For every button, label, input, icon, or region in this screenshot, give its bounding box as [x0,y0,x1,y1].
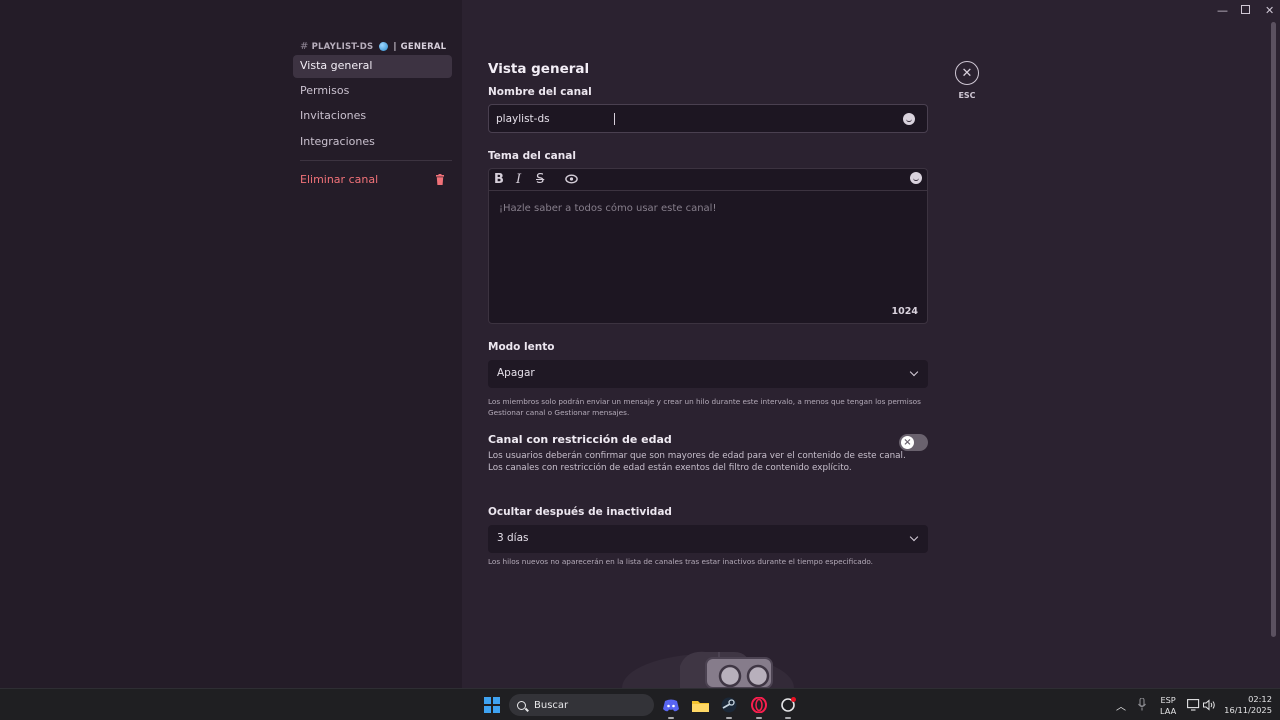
close-settings-button[interactable]: ✕ [955,61,979,85]
clock-date: 16/11/2025 [1224,705,1272,715]
window-close-icon[interactable]: ✕ [1265,4,1274,17]
slowmode-value: Apagar [497,367,535,379]
sidebar-item-invitaciones[interactable]: Invitaciones [293,105,452,128]
sidebar-item-label: Vista general [300,59,373,72]
age-restriction-description: Los usuarios deberán confirmar que son m… [488,450,906,474]
network-icon[interactable] [1187,699,1200,711]
spoiler-eye-icon[interactable] [565,174,578,184]
sidebar-channel-header: # PLAYLIST-DS | GENERAL [300,41,446,52]
age-desc-line-2: Los canales con restricción de edad está… [488,463,852,473]
language-indicator[interactable]: ESP LAA [1160,695,1176,717]
channel-name-input[interactable] [488,104,928,133]
search-icon [517,700,526,710]
microphone-icon[interactable] [1138,698,1146,711]
slowmode-help-text: Los miembros solo podrán enviar un mensa… [488,397,921,417]
delete-channel-label: Eliminar canal [300,173,379,186]
taskbar-search-placeholder: Buscar [534,699,569,711]
active-app-indicator [785,717,791,719]
inactivity-help-text: Los hilos nuevos no aparecerán en la lis… [488,557,873,566]
channel-topic-label: Tema del canal [488,150,576,162]
strikethrough-icon[interactable]: S [536,172,544,187]
slowmode-label: Modo lento [488,341,555,353]
slowmode-select[interactable]: Apagar [488,360,928,388]
opera-gx-icon[interactable] [749,695,769,719]
keyboard-layout: LAA [1160,706,1177,716]
windows-start-icon[interactable] [484,697,500,713]
sidebar-item-label: Invitaciones [300,109,367,122]
page-title: Vista general [488,61,590,77]
content-scrollbar[interactable] [1271,22,1276,637]
inactivity-select[interactable]: 3 días [488,525,928,553]
minimize-icon[interactable]: — [1217,4,1228,17]
system-clock[interactable]: 02:12 16/11/2025 [1222,694,1272,716]
age-restriction-toggle[interactable]: × [899,434,928,451]
sidebar-divider [300,160,452,161]
close-icon: ✕ [961,65,973,81]
topic-placeholder: ¡Hazle saber a todos cómo usar este cana… [499,203,717,214]
chevron-down-icon [909,367,919,377]
volume-icon[interactable] [1203,699,1216,711]
topic-char-counter: 1024 [891,306,918,317]
sidebar-item-label: Permisos [300,84,350,97]
text-cursor-icon [614,113,617,125]
sidebar-item-label: Integraciones [300,135,375,148]
channel-topic-textarea[interactable]: ¡Hazle saber a todos cómo usar este cana… [488,190,928,324]
mascot-illustration [622,651,794,688]
delete-channel-button[interactable]: Eliminar canal [293,168,452,191]
channel-name-label: Nombre del canal [488,86,592,98]
sidebar-item-integraciones[interactable]: Integraciones [293,131,452,154]
chevron-down-icon [909,532,919,542]
file-explorer-icon[interactable] [690,695,710,715]
steam-app-icon[interactable] [719,695,739,719]
italic-icon[interactable]: I [516,172,521,187]
age-restriction-title: Canal con restricción de edad [488,433,672,446]
settings-sidebar: # PLAYLIST-DS | GENERAL Vista general Pe… [0,0,462,688]
inactivity-value: 3 días [497,532,529,544]
esc-label: ESC [958,91,976,100]
active-app-indicator [756,717,762,719]
inactivity-label: Ocultar después de inactividad [488,506,672,518]
sidebar-channel-name: PLAYLIST-DS [311,41,374,52]
trash-icon [436,174,444,185]
topic-emoji-icon[interactable] [910,172,922,184]
age-desc-line-1: Los usuarios deberán confirmar que son m… [488,451,906,461]
active-app-indicator [726,717,732,719]
taskbar-search-box[interactable]: Buscar [509,694,654,716]
divider-bar-icon: | [393,41,397,52]
sidebar-category-name: GENERAL [400,41,447,52]
language-code: ESP [1160,695,1176,705]
windows-taskbar: Buscar ︿ ESP LAA 02:12 16/11/2025 [0,688,1280,720]
toggle-off-x-icon: × [901,436,914,449]
sidebar-item-permisos[interactable]: Permisos [293,80,452,103]
maximize-icon[interactable] [1241,5,1250,14]
sync-app-icon[interactable] [778,695,798,719]
tray-overflow-chevron-icon[interactable]: ︿ [1116,698,1126,713]
clock-time: 02:12 [1248,694,1272,704]
globe-icon [379,42,389,51]
bold-icon[interactable]: B [494,172,504,187]
sidebar-item-vista-general[interactable]: Vista general [293,55,452,78]
active-app-indicator [668,717,674,719]
emoji-picker-icon[interactable] [903,113,915,125]
discord-app-icon[interactable] [661,695,681,719]
topic-format-toolbar: B I S [488,168,928,190]
hash-icon: # [300,41,309,52]
